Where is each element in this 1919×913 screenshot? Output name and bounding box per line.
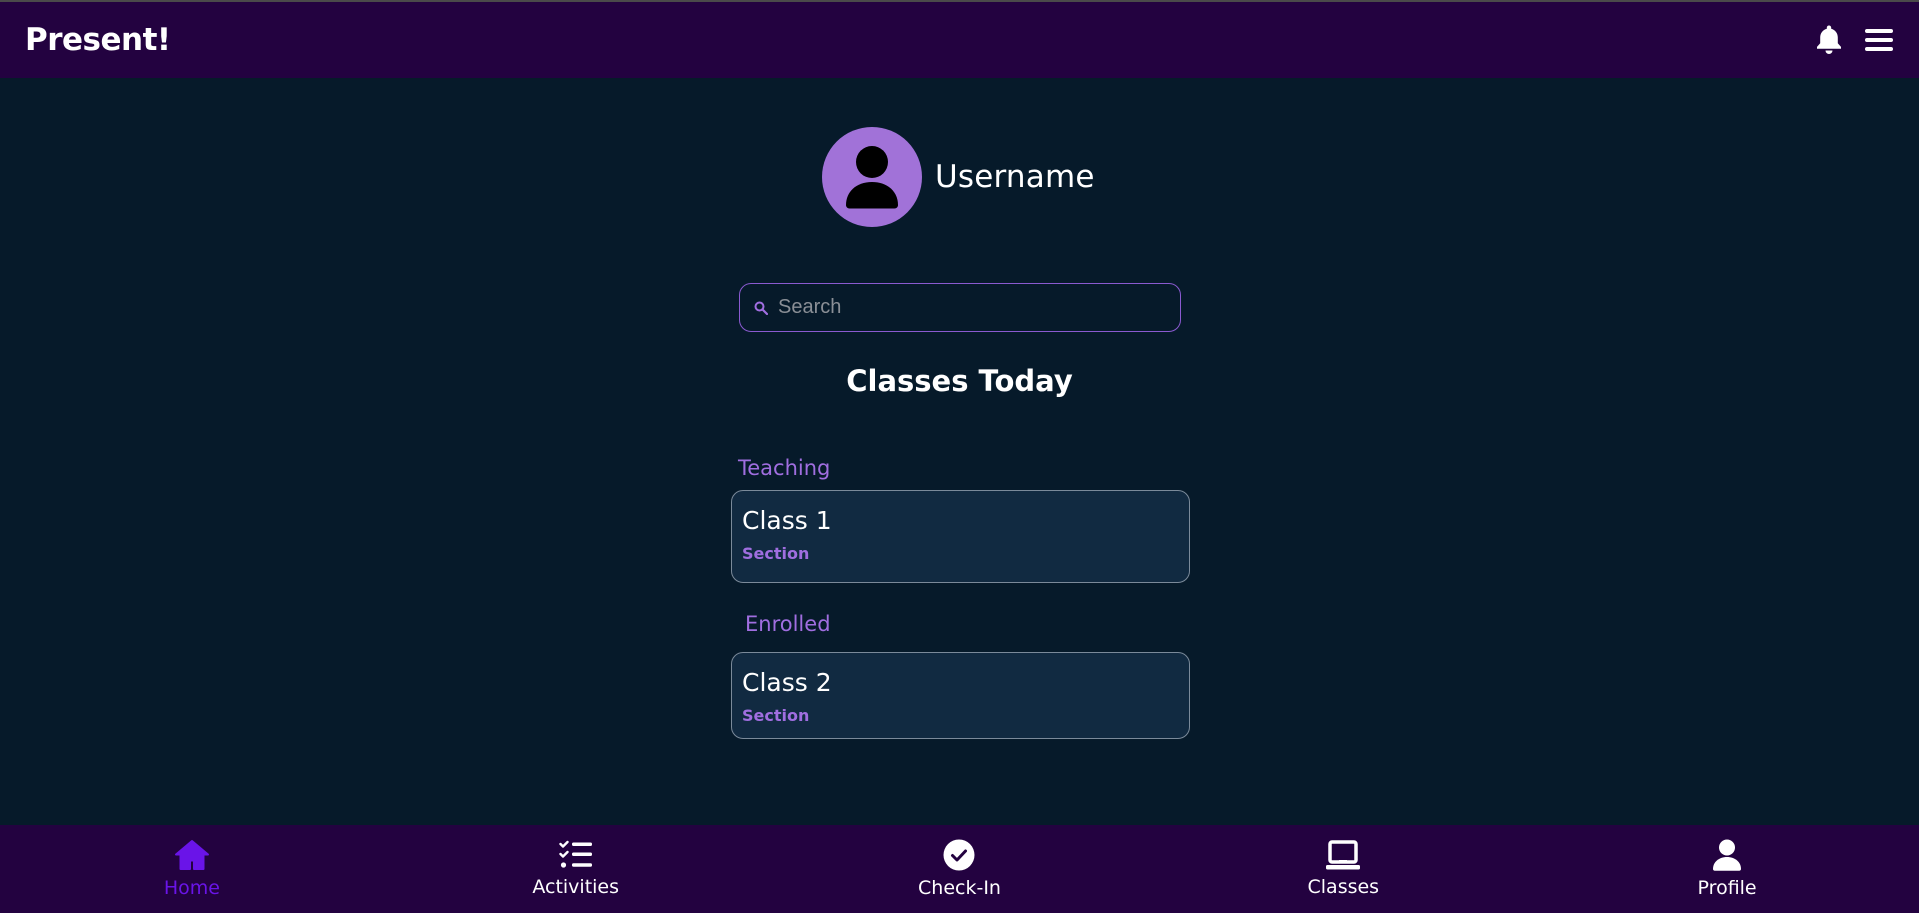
menu-hamburger-icon[interactable] — [1861, 22, 1897, 58]
nav-item-home[interactable]: Home — [0, 825, 384, 913]
top-app-bar: Present! — [0, 2, 1919, 78]
nav-label: Profile — [1697, 877, 1757, 899]
checklist-icon — [558, 840, 592, 868]
nav-label: Activities — [532, 876, 620, 898]
app-title: Present! — [25, 22, 171, 58]
class-card[interactable]: Class 2 Section — [731, 652, 1190, 739]
header-actions — [1811, 22, 1897, 58]
class-section: Section — [742, 543, 810, 563]
avatar[interactable] — [822, 127, 922, 227]
search-box[interactable] — [739, 283, 1181, 332]
nav-label: Classes — [1307, 876, 1380, 898]
main-content: Username Classes Today Teaching Class 1 … — [0, 78, 1919, 825]
class-section: Section — [742, 705, 810, 725]
nav-item-check-in[interactable]: Check-In — [768, 825, 1152, 913]
group-label-enrolled: Enrolled — [745, 612, 831, 636]
person-icon — [846, 146, 898, 209]
search-icon — [754, 301, 768, 315]
nav-item-profile[interactable]: Profile — [1535, 825, 1919, 913]
group-label-teaching: Teaching — [738, 456, 831, 480]
notifications-bell-icon[interactable] — [1811, 22, 1847, 58]
class-name: Class 2 — [742, 668, 832, 697]
class-name: Class 1 — [742, 506, 832, 535]
class-card[interactable]: Class 1 Section — [731, 490, 1190, 583]
check-circle-icon — [943, 839, 975, 871]
bottom-navigation: Home Activities Check-In Classes Profile — [0, 825, 1919, 913]
classes-today-heading: Classes Today — [846, 364, 1073, 398]
username: Username — [935, 159, 1095, 195]
home-icon — [174, 840, 209, 870]
search-input[interactable] — [778, 296, 1158, 319]
profile-summary: Username — [822, 127, 1095, 227]
nav-label: Home — [163, 877, 220, 899]
person-icon — [1713, 839, 1742, 871]
nav-item-classes[interactable]: Classes — [1151, 825, 1535, 913]
nav-item-activities[interactable]: Activities — [384, 825, 768, 913]
nav-label: Check-In — [918, 877, 1001, 899]
laptop-icon — [1326, 840, 1361, 870]
